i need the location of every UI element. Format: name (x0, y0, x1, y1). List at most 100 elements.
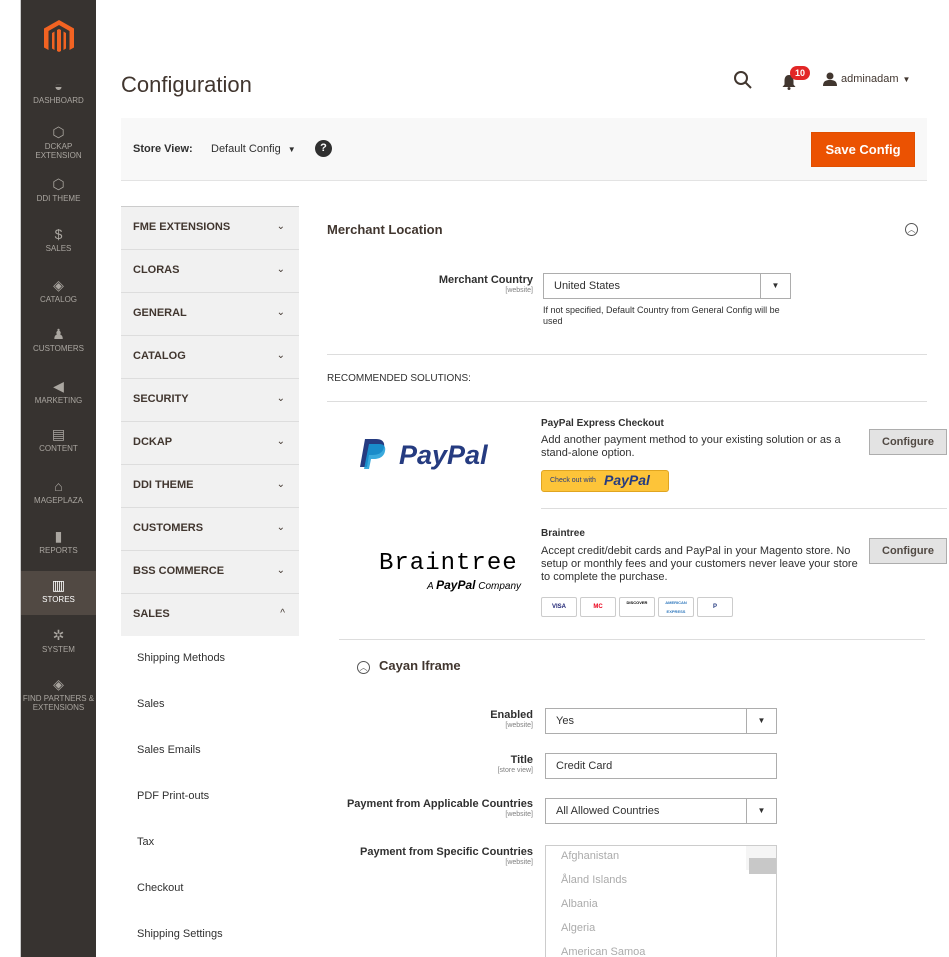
nav-item-label: FIND PARTNERS & EXTENSIONS (22, 694, 95, 712)
chevron-down-icon: ▼ (760, 274, 790, 298)
box-icon: ◈ (53, 277, 64, 293)
nav-item-catalog[interactable]: ◈ CATALOG (21, 277, 96, 304)
applicable-countries-select[interactable]: All Allowed Countries ▼ (545, 798, 777, 824)
country-option[interactable]: American Samoa (546, 942, 776, 957)
store-view-switcher[interactable]: Default Config ▼ (211, 143, 296, 155)
specific-countries-label-text: Payment from Specific Countries (360, 846, 533, 858)
country-option[interactable]: Afghanistan (546, 846, 776, 870)
chevron-down-icon: ⌄ (276, 522, 285, 533)
paypal-checkout-button[interactable]: Check out with PayPal (541, 470, 669, 492)
help-icon[interactable]: ? (315, 140, 332, 157)
country-option[interactable]: Albania (546, 894, 776, 918)
paypal-configure-button[interactable]: Configure (869, 429, 947, 455)
config-tabs: FME EXTENSIONS ⌄ CLORAS ⌄ GENERAL ⌄ CATALOG ⌄ SE… (121, 206, 299, 957)
tab-fme-extensions[interactable]: FME EXTENSIONS ⌄ (121, 206, 299, 249)
title-label: Title [store view] (327, 754, 533, 775)
chevron-down-icon: ▼ (902, 74, 911, 84)
nav-item-find-partners-extensions[interactable]: ◈ FIND PARTNERS & EXTENSIONS (21, 676, 96, 712)
scrollbar[interactable] (746, 846, 776, 874)
sidebar-item-sales[interactable]: Sales (121, 682, 299, 728)
nav-item-ddi-theme[interactable]: ⬡ DDI THEME (21, 176, 96, 203)
sidebar-item-tax[interactable]: Tax (121, 820, 299, 866)
save-config-button[interactable]: Save Config (811, 132, 915, 167)
specific-countries-list[interactable]: Afghanistan Åland Islands Albania Algeria Am… (545, 845, 777, 957)
store-view-label: Store View: (133, 143, 193, 155)
nav-item-sales[interactable]: $ SALES (21, 226, 96, 253)
nav-item-reports[interactable]: ▮ REPORTS (21, 528, 96, 555)
nav-item-system[interactable]: ✲ SYSTEM (21, 627, 96, 654)
specific-countries-scope: [website] (505, 859, 533, 866)
paypal-checkout-text: Check out with (550, 477, 596, 484)
box-icon: ◈ (53, 676, 64, 692)
tab-catalog[interactable]: CATALOG ⌄ (121, 335, 299, 378)
nav-item-label: CUSTOMERS (33, 344, 84, 353)
payment-card-logo: MC (580, 597, 616, 617)
nav-item-label: STORES (42, 595, 75, 604)
tab-sales[interactable]: SALES ^ (121, 593, 299, 636)
hexagon-icon: ⬡ (52, 176, 65, 192)
nav-item-label: SALES (45, 244, 72, 253)
sidebar-item-shipping-methods[interactable]: Shipping Methods (121, 636, 299, 682)
title-label-text: Title (510, 754, 533, 766)
sidebar-item-checkout[interactable]: Checkout (121, 866, 299, 912)
megaphone-icon: ◀ (53, 378, 64, 394)
scrollbar-thumb[interactable] (749, 858, 776, 874)
applicable-countries-label-text: Payment from Applicable Countries (346, 798, 533, 810)
tab-general[interactable]: GENERAL ⌄ (121, 292, 299, 335)
merchant-country-select[interactable]: United States ▼ (543, 273, 791, 299)
enabled-label-text: Enabled (490, 709, 533, 721)
nav-item-stores[interactable]: ▥ STORES (21, 571, 96, 615)
country-option[interactable]: Algeria (546, 918, 776, 942)
merchant-country-scope: [website] (505, 287, 533, 294)
nav-item-content[interactable]: ▤ CONTENT (21, 426, 96, 453)
nav-item-customers[interactable]: ♟ CUSTOMERS (21, 326, 96, 353)
braintree-tagline: A PayPal Company (427, 578, 521, 592)
title-input[interactable] (545, 753, 777, 779)
merchant-country-note: If not specified, Default Country from G… (543, 305, 780, 326)
merchant-country-label-text: Merchant Country (438, 274, 533, 286)
nav-item-dashboard[interactable]: ◒ DASHBOARD (21, 78, 96, 105)
sidebar-item-label: Checkout (137, 882, 184, 894)
sidebar-item-shipping-settings[interactable]: Shipping Settings (121, 912, 299, 957)
tab-security[interactable]: SECURITY ⌄ (121, 378, 299, 421)
username: adminadam (841, 73, 899, 85)
tab-ddi-theme[interactable]: DDI THEME ⌄ (121, 464, 299, 507)
nav-item-label: MARKETING (34, 396, 83, 405)
store-icon: ▥ (51, 577, 66, 593)
search-icon[interactable] (733, 70, 753, 90)
nav-item-dckap-extension[interactable]: ⬡ DCKAP EXTENSION (21, 124, 96, 160)
merchant-location-title[interactable]: Merchant Location (327, 222, 443, 237)
tab-dckap[interactable]: DCKAP ⌄ (121, 421, 299, 464)
sidebar-item-label: Shipping Methods (137, 652, 226, 664)
braintree-configure-button[interactable]: Configure (869, 538, 947, 564)
enabled-select[interactable]: Yes ▼ (545, 708, 777, 734)
page-title: Configuration (121, 72, 252, 97)
divider (327, 354, 927, 355)
country-option[interactable]: Åland Islands (546, 870, 776, 894)
notification-count-badge[interactable]: 10 (790, 66, 811, 80)
nav-item-label: REPORTS (39, 546, 78, 555)
paypal-p-icon (360, 439, 386, 469)
payment-card-logo: P (697, 597, 733, 617)
sidebar-item-sales-emails[interactable]: Sales Emails (121, 728, 299, 774)
tab-bss-commerce[interactable]: BSS COMMERCE ⌄ (121, 550, 299, 593)
user-menu[interactable]: adminadam ▼ (823, 72, 910, 86)
nav-item-mageplaza[interactable]: ⌂ MAGEPLAZA (21, 478, 96, 505)
divider (541, 508, 947, 509)
collapse-icon[interactable]: ︿ (357, 661, 370, 674)
payment-card-logo: DISCOVER (619, 597, 655, 617)
tab-cloras[interactable]: CLORAS ⌄ (121, 249, 299, 292)
payment-card-logo: AMERICAN EXPRESS (658, 597, 694, 617)
nav-item-marketing[interactable]: ◀ MARKETING (21, 378, 96, 405)
magento-logo-icon[interactable] (41, 18, 77, 58)
sidebar-item-pdf-print-outs[interactable]: PDF Print-outs (121, 774, 299, 820)
chevron-down-icon: ⌄ (276, 307, 285, 318)
applicable-countries-value: All Allowed Countries (556, 805, 660, 817)
tab-customers[interactable]: CUSTOMERS ⌄ (121, 507, 299, 550)
mageplaza-icon: ⌂ (54, 478, 63, 494)
nav-item-label: CONTENT (39, 444, 78, 453)
app-frame: ◒ DASHBOARD ⬡ DCKAP EXTENSION ⬡ DDI THEME $ SAL… (20, 0, 949, 957)
cayan-iframe-title[interactable]: Cayan Iframe (379, 658, 461, 673)
braintree-title: Braintree (541, 528, 585, 539)
collapse-icon[interactable]: ︿ (905, 223, 918, 236)
